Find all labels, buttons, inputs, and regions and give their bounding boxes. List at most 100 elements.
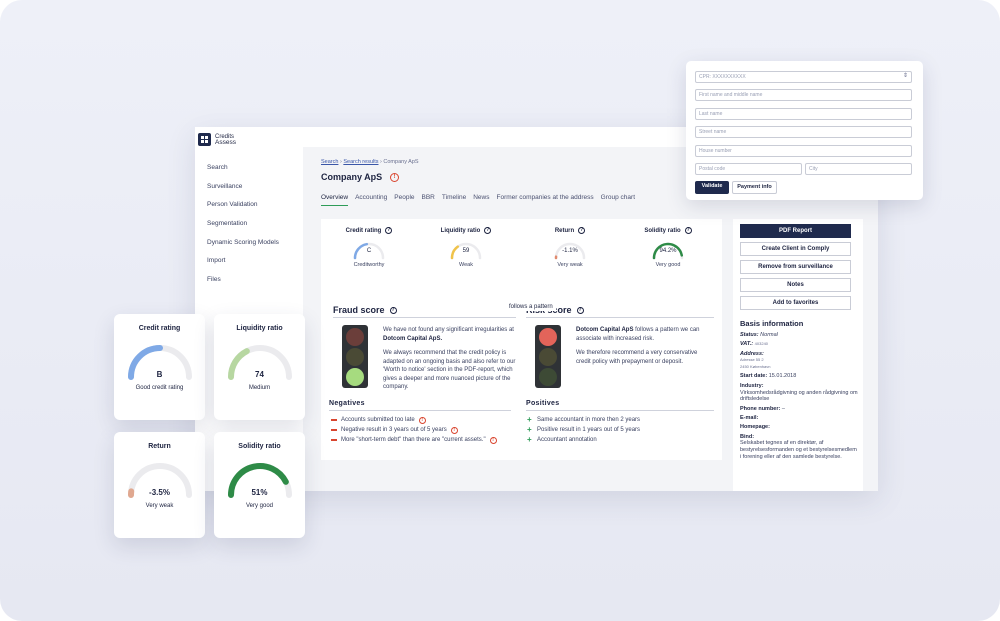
tab-timeline[interactable]: Timeline [442, 194, 466, 206]
plus-icon: + [527, 415, 532, 424]
house-number-input[interactable]: House number [695, 145, 912, 157]
tab-news[interactable]: News [473, 194, 489, 206]
card-return: Return -3.5% Very weak [114, 432, 205, 538]
minus-icon [331, 429, 337, 431]
page-title: Company ApS ! [321, 172, 400, 182]
help-icon[interactable]: ? [576, 306, 584, 314]
sidebar-item-dynamic-scoring[interactable]: Dynamic Scoring Models [207, 239, 279, 258]
remove-surveillance-button[interactable]: Remove from surveillance [740, 260, 851, 274]
ratio-solidity: Solidity ratio? 94.2% Very good [623, 227, 713, 268]
warning-icon[interactable]: ! [418, 416, 426, 424]
ratio-credit-rating: Credit rating? C Creditworthy [324, 227, 414, 268]
pdf-report-button[interactable]: PDF Report [740, 224, 851, 238]
traffic-light-icon [342, 325, 368, 388]
overview-card: Credit rating? C Creditworthy Liquidity … [321, 219, 722, 460]
sidebar-nav: Search Surveillance Person Validation Se… [207, 164, 279, 295]
tooltip: follows a pattern [506, 303, 556, 311]
divider [526, 410, 714, 411]
divider [526, 317, 714, 318]
tab-group-chart[interactable]: Group chart [601, 194, 635, 206]
sidebar-item-segmentation[interactable]: Segmentation [207, 220, 279, 239]
tab-people[interactable]: People [394, 194, 414, 206]
list-item: + Positive result in 1 years out of 5 yea… [527, 425, 641, 434]
traffic-light-icon [535, 325, 561, 388]
card-credit-rating: Credit rating B Good credit rating [114, 314, 205, 420]
ratio-value: 59 [462, 248, 470, 254]
person-validation-form: CPR: XXXXXXXXXX ⇕ First name and middle … [686, 61, 923, 200]
gauge-desc: Medium [248, 385, 271, 391]
ratio-desc: Very weak [557, 262, 583, 268]
plus-icon: + [527, 435, 532, 444]
ratio-value: C [366, 248, 372, 254]
ratio-return: Return? -1.1% Very weak [525, 227, 615, 268]
ratio-value: 94.2% [659, 248, 677, 254]
help-icon[interactable]: ? [385, 227, 393, 234]
last-name-input[interactable]: Last name [695, 108, 912, 120]
help-icon[interactable]: ? [684, 227, 692, 234]
sidebar-item-surveillance[interactable]: Surveillance [207, 183, 279, 202]
logo-line2: Assess [215, 138, 236, 146]
breadcrumb-results[interactable]: Search results [343, 159, 378, 165]
breadcrumb-current: Company ApS [383, 159, 419, 165]
list-item: + Same accountant in more then 2 years [527, 415, 641, 424]
city-input[interactable]: City [805, 163, 912, 175]
basis-information: Basis information Status: Normal VAT.: 4… [740, 319, 858, 460]
list-item: + Accountant annotation [527, 435, 597, 444]
positives-list: + Same accountant in more then 2 years + P… [527, 415, 640, 445]
create-client-button[interactable]: Create Client in Comply [740, 242, 851, 256]
divider [329, 410, 511, 411]
ratio-desc: Creditworthy [353, 262, 385, 268]
payment-info-button[interactable]: Payment info [732, 181, 777, 194]
gauge-desc: Very weak [145, 503, 174, 509]
street-input[interactable]: Street name [695, 126, 912, 138]
help-icon[interactable]: ? [578, 227, 586, 234]
positives-title: Positives [526, 400, 560, 407]
card-liquidity-ratio: Liquidity ratio 74 Medium [214, 314, 305, 420]
validate-button[interactable]: Validate [695, 181, 729, 194]
ratio-desc: Very good [655, 262, 681, 268]
tab-overview[interactable]: Overview [321, 194, 349, 206]
sidebar-item-import[interactable]: Import [207, 257, 279, 276]
fraud-score-title: Fraud score? [333, 305, 397, 315]
logo[interactable]: Credits Assess [198, 133, 236, 146]
tab-bar: Overview Accounting People BBR Timeline … [321, 194, 642, 206]
postal-code-input[interactable]: Postal code [695, 163, 802, 175]
help-icon[interactable]: ? [389, 306, 397, 314]
minus-icon [331, 439, 337, 441]
warning-icon[interactable]: ! [450, 426, 458, 434]
help-icon[interactable]: ? [484, 227, 492, 234]
breadcrumb-search[interactable]: Search [321, 159, 338, 165]
ratio-value: -1.1% [562, 248, 578, 254]
warning-icon[interactable]: ! [489, 436, 497, 444]
list-item: Negative result in 3 years out of 5 year… [331, 425, 497, 435]
breadcrumb: Search › Search results › Company ApS [321, 159, 419, 165]
negatives-list: Accounts submitted too late! Negative re… [331, 415, 497, 445]
divider [333, 317, 516, 318]
risk-text: Dotcom Capital ApS follows a pattern we … [576, 327, 700, 365]
plus-icon: + [527, 425, 532, 434]
cpr-select[interactable]: CPR: XXXXXXXXXX [695, 71, 912, 83]
minus-icon [331, 419, 337, 421]
gauge-desc: Good credit rating [135, 385, 184, 391]
sidebar-item-files[interactable]: Files [207, 276, 279, 295]
tab-bbr[interactable]: BBR [422, 194, 435, 206]
right-panel: PDF Report Create Client in Comply Remov… [733, 219, 863, 491]
select-arrows-icon: ⇕ [903, 73, 909, 79]
warning-icon[interactable]: ! [390, 172, 400, 182]
ratio-row: Credit rating? C Creditworthy Liquidity … [321, 227, 722, 297]
ratio-desc: Weak [459, 262, 473, 268]
first-name-input[interactable]: First name and middle name [695, 89, 912, 101]
card-solidity-ratio: Solidity ratio 51% Very good [214, 432, 305, 538]
tab-accounting[interactable]: Accounting [355, 194, 387, 206]
basis-title: Basis information [740, 319, 804, 328]
notes-button[interactable]: Notes [740, 278, 851, 292]
tab-former-companies[interactable]: Former companies at the address [496, 194, 593, 206]
gauge-desc: Very good [245, 503, 274, 509]
sidebar-item-search[interactable]: Search [207, 164, 279, 183]
sidebar-item-person-validation[interactable]: Person Validation [207, 201, 279, 220]
negatives-title: Negatives [329, 400, 365, 407]
fraud-text: We have not found any significant irregu… [383, 327, 516, 390]
list-item: More "short-term debt" than there are "c… [331, 435, 497, 445]
favorites-button[interactable]: Add to favorites [740, 296, 851, 310]
logo-icon [198, 133, 211, 146]
